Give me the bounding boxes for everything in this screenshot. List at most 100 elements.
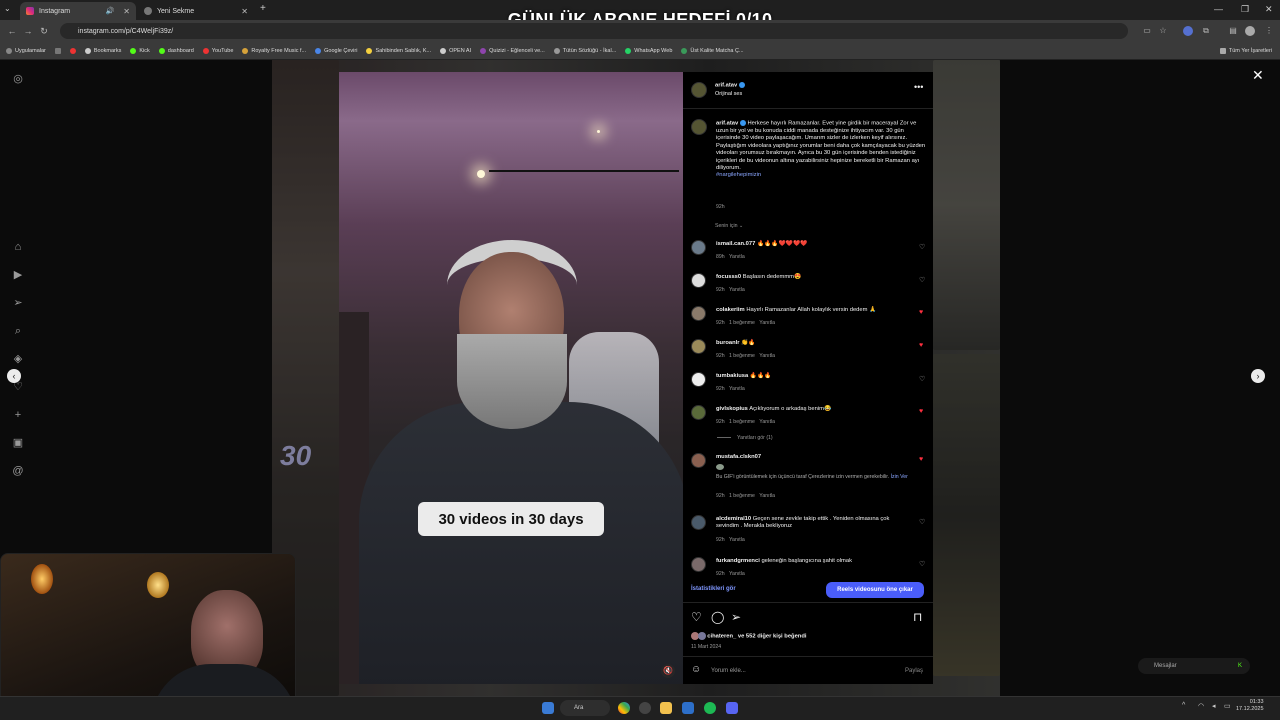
next-post-icon[interactable]: › bbox=[1251, 369, 1265, 383]
bookmark-item[interactable]: Tütün Sözlüğü - İkal... bbox=[553, 47, 616, 54]
comment-liked-heart-icon[interactable]: ♥ bbox=[919, 309, 923, 316]
comment-input[interactable]: Yorum ekle... bbox=[711, 668, 746, 674]
bookmark-item[interactable]: dashboard bbox=[158, 47, 194, 54]
start-icon[interactable] bbox=[542, 702, 554, 714]
tray-chevron-icon[interactable]: ^ bbox=[1182, 702, 1185, 709]
store-icon[interactable] bbox=[682, 702, 694, 714]
comment-username[interactable]: givlskopius bbox=[716, 406, 748, 412]
comment-username[interactable]: mustafa.clskn07 bbox=[716, 454, 761, 461]
battery-icon[interactable]: ▭ bbox=[1224, 702, 1231, 710]
commenter-avatar[interactable] bbox=[691, 306, 706, 321]
sidebar-icon[interactable]: ▤ bbox=[1228, 26, 1238, 36]
volume-icon[interactable]: ◂ bbox=[1212, 702, 1216, 710]
emoji-icon[interactable]: ☺ bbox=[691, 664, 701, 675]
reply-link[interactable]: Yanıtla bbox=[759, 419, 775, 425]
comment-likes[interactable]: 1 beğenme bbox=[729, 493, 755, 499]
share-icon[interactable]: ➢ bbox=[731, 610, 741, 624]
author-avatar[interactable] bbox=[691, 82, 707, 98]
cast-icon[interactable]: ▭ bbox=[1142, 26, 1152, 36]
forward-icon[interactable]: → bbox=[20, 26, 36, 36]
menu-dots-icon[interactable]: ⋮ bbox=[1264, 26, 1274, 36]
view-replies-link[interactable]: Yanıtları gör (1) bbox=[717, 435, 773, 441]
instagram-logo-icon[interactable]: ◎ bbox=[11, 72, 25, 86]
reply-link[interactable]: Yanıtla bbox=[759, 353, 775, 359]
comment-username[interactable]: ismail.can.077 bbox=[716, 241, 755, 247]
liked-by-row[interactable]: cihateren_ ve 552 diğer kişi beğendi bbox=[691, 632, 807, 641]
boost-reel-button[interactable]: Reels videosunu öne çıkar bbox=[826, 582, 924, 598]
bookmark-item[interactable]: Kick bbox=[130, 47, 150, 54]
author-username[interactable]: arif.atav bbox=[715, 83, 737, 89]
commenter-avatar[interactable] bbox=[691, 515, 706, 530]
bookmark-item[interactable]: Royalty Free Music f... bbox=[242, 47, 306, 54]
url-field[interactable]: instagram.com/p/C4WeljFi39z/ bbox=[60, 23, 1128, 39]
bookmark-item[interactable] bbox=[69, 47, 76, 54]
view-insights-link[interactable]: İstatistikleri gör bbox=[691, 586, 736, 592]
comment-like-icon[interactable]: ♡ bbox=[919, 375, 925, 383]
comment-likes[interactable]: 1 beğenme bbox=[729, 320, 755, 326]
dashboard-icon[interactable]: ▣ bbox=[11, 436, 25, 450]
comment-username[interactable]: colakeriim bbox=[716, 307, 745, 313]
bookmark-item[interactable]: Google Çeviri bbox=[315, 47, 357, 54]
bookmark-item[interactable] bbox=[54, 47, 61, 54]
wifi-icon[interactable]: ◠ bbox=[1198, 702, 1204, 710]
comment-username[interactable]: alcdemiral10 bbox=[716, 516, 751, 522]
caption-avatar[interactable] bbox=[691, 119, 707, 135]
chrome-icon[interactable] bbox=[618, 702, 630, 714]
bookmark-item[interactable]: Bookmarks bbox=[84, 47, 121, 54]
bookmark-item[interactable]: Uygulamalar bbox=[6, 47, 46, 54]
bookmark-item[interactable]: YouTube bbox=[202, 47, 233, 54]
bookmark-item[interactable]: Üst Kalite Matcha Ç... bbox=[681, 47, 744, 54]
comment-username[interactable]: buroanlr bbox=[716, 340, 740, 346]
hashtag-link[interactable]: #nargilehepimizin bbox=[716, 172, 761, 178]
comment-username[interactable]: furkandgrmenci bbox=[716, 558, 760, 564]
taskbar-search[interactable]: Ara bbox=[560, 700, 610, 716]
reply-link[interactable]: Yanıtla bbox=[729, 254, 745, 260]
comment-likes[interactable]: 1 beğenme bbox=[729, 419, 755, 425]
file-explorer-icon[interactable] bbox=[660, 702, 672, 714]
reload-icon[interactable]: ↻ bbox=[36, 26, 52, 37]
caption-username[interactable]: arif.atav bbox=[716, 121, 738, 127]
comment-liked-heart-icon[interactable]: ♥ bbox=[919, 456, 923, 463]
bookmark-star-icon[interactable]: ☆ bbox=[1158, 26, 1168, 36]
direct-icon[interactable]: ➢ bbox=[11, 296, 25, 310]
reply-link[interactable]: Yanıtla bbox=[729, 287, 745, 293]
commenter-avatar[interactable] bbox=[691, 240, 706, 255]
comment-username[interactable]: tumbakiusa bbox=[716, 373, 748, 379]
spotify-icon[interactable] bbox=[704, 702, 716, 714]
reels-icon[interactable]: ▶ bbox=[11, 268, 25, 282]
threads-icon[interactable]: @ bbox=[11, 464, 25, 478]
previous-post-icon[interactable]: ‹ bbox=[7, 369, 21, 383]
comment-username[interactable]: focusss0 bbox=[716, 274, 741, 280]
mute-icon[interactable]: 🔇 bbox=[661, 664, 675, 678]
save-bookmark-icon[interactable]: ⊓ bbox=[913, 610, 922, 624]
obs-icon[interactable] bbox=[639, 702, 651, 714]
bookmark-item[interactable]: WhatsApp Web bbox=[625, 47, 672, 54]
sort-dropdown[interactable]: Senin için ⌄ bbox=[715, 223, 743, 229]
taskbar-clock[interactable]: 01:33 17.12.2025 bbox=[1236, 699, 1264, 713]
comment-like-icon[interactable]: ♡ bbox=[919, 518, 925, 526]
bookmark-item[interactable]: Sahibinden Sablık, K... bbox=[366, 47, 431, 54]
discord-icon[interactable] bbox=[726, 702, 738, 714]
comment-like-icon[interactable]: ♡ bbox=[919, 276, 925, 284]
explore-icon[interactable]: ◈ bbox=[11, 352, 25, 366]
home-icon[interactable]: ⌂ bbox=[11, 240, 25, 254]
comment-liked-heart-icon[interactable]: ♥ bbox=[919, 342, 923, 349]
comment-likes[interactable]: 1 beğenme bbox=[729, 353, 755, 359]
commenter-avatar[interactable] bbox=[691, 557, 706, 572]
bookmark-item[interactable]: Quizizi - Eğlenceli ve... bbox=[480, 47, 545, 54]
commenter-avatar[interactable] bbox=[691, 453, 706, 468]
commenter-avatar[interactable] bbox=[691, 405, 706, 420]
reply-link[interactable]: Yanıtla bbox=[729, 571, 745, 577]
like-icon[interactable]: ♡ bbox=[691, 610, 702, 624]
reply-link[interactable]: Yanıtla bbox=[729, 386, 745, 392]
allow-cookies-link[interactable]: İzin Ver bbox=[891, 474, 908, 480]
all-bookmarks-button[interactable]: Tüm Yer İşaretleri bbox=[1219, 47, 1272, 54]
messages-button[interactable]: Mesajlar K bbox=[1138, 658, 1250, 674]
search-icon[interactable]: ⌕ bbox=[11, 324, 25, 338]
create-icon[interactable]: + bbox=[11, 408, 25, 422]
profile-avatar[interactable] bbox=[1245, 26, 1255, 36]
reply-link[interactable]: Yanıtla bbox=[759, 493, 775, 499]
back-icon[interactable]: ← bbox=[4, 26, 20, 36]
close-modal-icon[interactable]: ✕ bbox=[1252, 67, 1264, 84]
audio-label[interactable]: Orijinal ses bbox=[715, 91, 742, 98]
